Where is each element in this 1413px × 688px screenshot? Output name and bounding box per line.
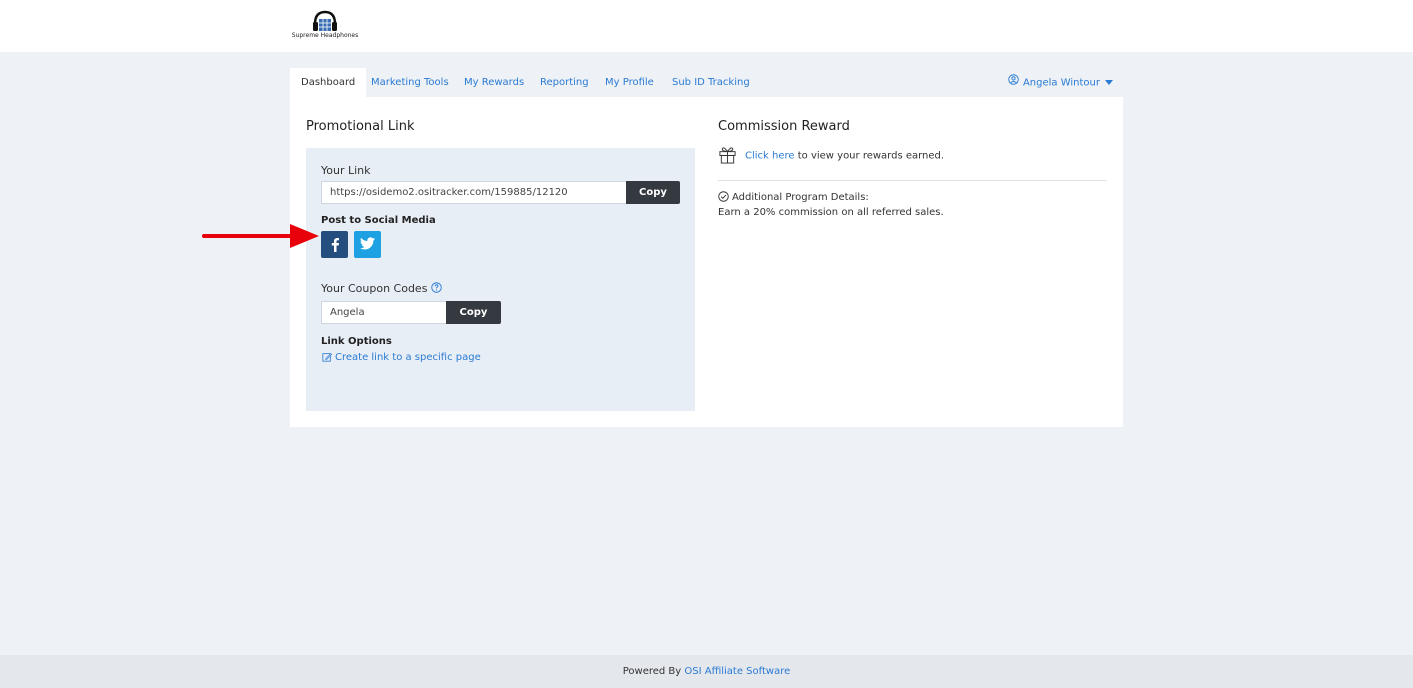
top-header: Supreme Headphones	[0, 0, 1413, 52]
edit-icon	[322, 353, 333, 362]
facebook-icon	[331, 238, 339, 252]
social-media-label: Post to Social Media	[321, 215, 436, 226]
view-rewards-row: Click here to view your rewards earned.	[718, 147, 944, 164]
main-nav-tabs: Dashboard Marketing Tools My Rewards Rep…	[290, 68, 1123, 97]
section-divider	[718, 180, 1107, 181]
twitter-share-button[interactable]	[354, 231, 381, 258]
program-details-text: Earn a 20% commission on all referred sa…	[718, 207, 944, 218]
tab-my-profile[interactable]: My Profile	[605, 68, 654, 97]
program-details-label-row: Additional Program Details:	[718, 190, 869, 203]
coupon-codes-label: Your Coupon Codes	[321, 282, 443, 296]
facebook-share-button[interactable]	[321, 231, 348, 258]
check-circle-icon	[718, 190, 729, 202]
promotional-link-title: Promotional Link	[306, 119, 415, 134]
question-circle-icon[interactable]	[431, 282, 443, 296]
coupon-code-field[interactable]: Angela	[321, 301, 447, 324]
copy-coupon-button[interactable]: Copy	[446, 301, 501, 324]
create-link-link[interactable]: Create link to a specific page	[322, 352, 481, 363]
tab-sub-id-tracking[interactable]: Sub ID Tracking	[672, 68, 750, 97]
headphones-logo-icon	[313, 10, 337, 31]
tab-dashboard[interactable]: Dashboard	[290, 68, 367, 97]
brand-name: Supreme Headphones	[291, 32, 359, 39]
program-details-label: Additional Program Details:	[732, 192, 869, 203]
affiliate-link-field[interactable]: https://osidemo2.ositracker.com/159885/1…	[321, 181, 627, 204]
your-link-label: Your Link	[321, 164, 371, 177]
osi-affiliate-link[interactable]: OSI Affiliate Software	[684, 666, 790, 677]
chevron-down-icon	[1105, 80, 1113, 85]
annotation-arrow-icon	[202, 224, 319, 248]
tab-marketing-tools[interactable]: Marketing Tools	[371, 68, 449, 97]
brand-logo[interactable]: Supreme Headphones	[290, 10, 360, 42]
twitter-icon	[360, 237, 375, 250]
dashboard-panel: Promotional Link Your Link https://oside…	[290, 97, 1123, 427]
copy-link-button[interactable]: Copy	[626, 181, 680, 204]
link-options-label: Link Options	[321, 336, 392, 347]
click-here-link[interactable]: Click here	[745, 151, 795, 162]
user-circle-icon	[1008, 68, 1019, 97]
tab-my-rewards[interactable]: My Rewards	[464, 68, 524, 97]
user-name: Angela Wintour	[1022, 77, 1100, 89]
commission-reward-title: Commission Reward	[718, 119, 850, 134]
footer: Powered By OSI Affiliate Software	[0, 655, 1413, 688]
user-menu[interactable]: Angela Wintour	[1008, 68, 1113, 97]
create-link-text: Create link to a specific page	[335, 352, 481, 363]
promotional-link-box: Your Link https://osidemo2.ositracker.co…	[306, 148, 695, 411]
coupon-codes-label-text: Your Coupon Codes	[321, 282, 428, 295]
gift-icon	[719, 147, 736, 164]
view-rewards-text: to view your rewards earned.	[794, 150, 945, 162]
tab-reporting[interactable]: Reporting	[540, 68, 589, 97]
powered-by-text: Powered By	[622, 666, 685, 677]
